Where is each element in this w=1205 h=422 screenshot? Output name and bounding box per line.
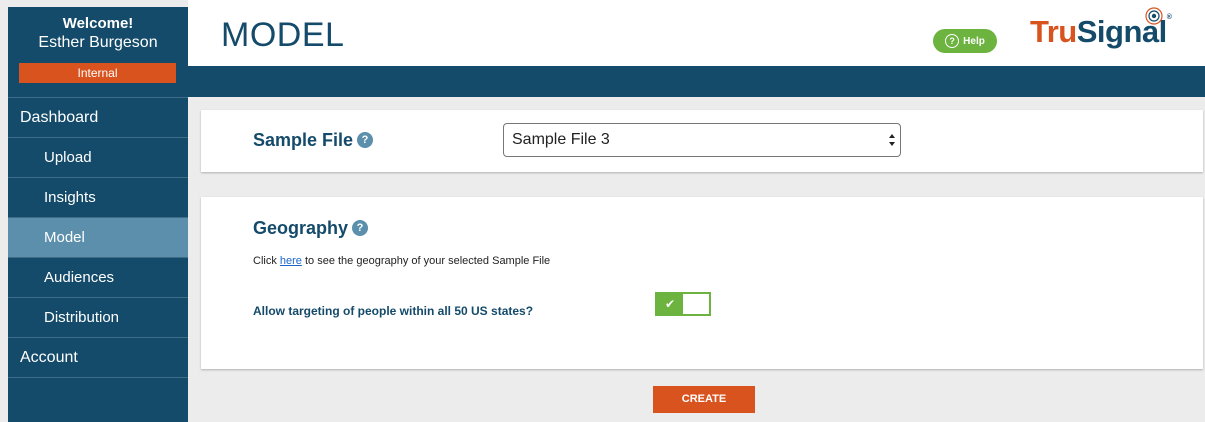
geography-text-after: to see the geography of your selected Sa… <box>301 255 551 267</box>
geography-instructions: Click here to see the geography of your … <box>253 255 550 267</box>
signal-target-icon <box>1145 7 1163 25</box>
geography-label: Geography <box>253 218 349 238</box>
welcome-block: Welcome! Esther Burgeson <box>8 7 188 65</box>
geography-here-link[interactable]: here <box>280 255 302 267</box>
sidebar: Welcome! Esther Burgeson Internal Dashbo… <box>8 7 188 422</box>
page-title: MODEL <box>221 16 345 54</box>
header-bar <box>188 66 1205 97</box>
sidebar-item-insights[interactable]: Insights <box>8 177 188 217</box>
sidebar-item-upload[interactable]: Upload <box>8 137 188 177</box>
sample-file-select[interactable]: Sample File 3 <box>503 123 901 157</box>
select-arrows-icon <box>889 134 895 146</box>
logo-text-part1: Tru <box>1030 14 1077 49</box>
create-button[interactable]: CREATE <box>653 386 755 413</box>
geography-text-before: Click <box>253 255 280 267</box>
sample-file-label: Sample File <box>253 130 354 150</box>
registered-mark: ® <box>1166 14 1172 21</box>
user-name: Esther Burgeson <box>38 34 158 51</box>
sample-file-help-icon[interactable]: ? <box>357 132 374 148</box>
sidebar-item-dashboard[interactable]: Dashboard <box>8 97 188 137</box>
us-states-toggle-label: Allow targeting of people within all 50 … <box>253 304 534 318</box>
account-type-badge: Internal <box>19 63 176 83</box>
sample-file-selected: Sample File 3 <box>512 131 610 148</box>
sidebar-item-audiences[interactable]: Audiences <box>8 257 188 297</box>
help-label: Help <box>963 35 985 47</box>
geography-panel: Geography? Click here to see the geograp… <box>201 197 1203 369</box>
page-header: MODEL ? Help TruSignal® <box>188 0 1205 66</box>
us-states-toggle[interactable]: ✔ <box>655 292 711 316</box>
geography-title: Geography? <box>253 218 369 239</box>
sidebar-item-account[interactable]: Account <box>8 337 188 377</box>
sample-file-title: Sample File? <box>253 130 374 151</box>
help-button[interactable]: ? Help <box>933 29 997 53</box>
sidebar-item-model[interactable]: Model <box>8 217 188 257</box>
sample-file-panel: Sample File? Sample File 3 <box>201 110 1203 172</box>
help-question-icon: ? <box>945 34 960 48</box>
checkmark-icon: ✔ <box>657 294 683 314</box>
welcome-text: Welcome! <box>62 15 134 32</box>
sidebar-nav: Dashboard Upload Insights Model Audience… <box>8 97 188 378</box>
sidebar-item-distribution[interactable]: Distribution <box>8 297 188 337</box>
geography-help-icon[interactable]: ? <box>352 220 369 236</box>
